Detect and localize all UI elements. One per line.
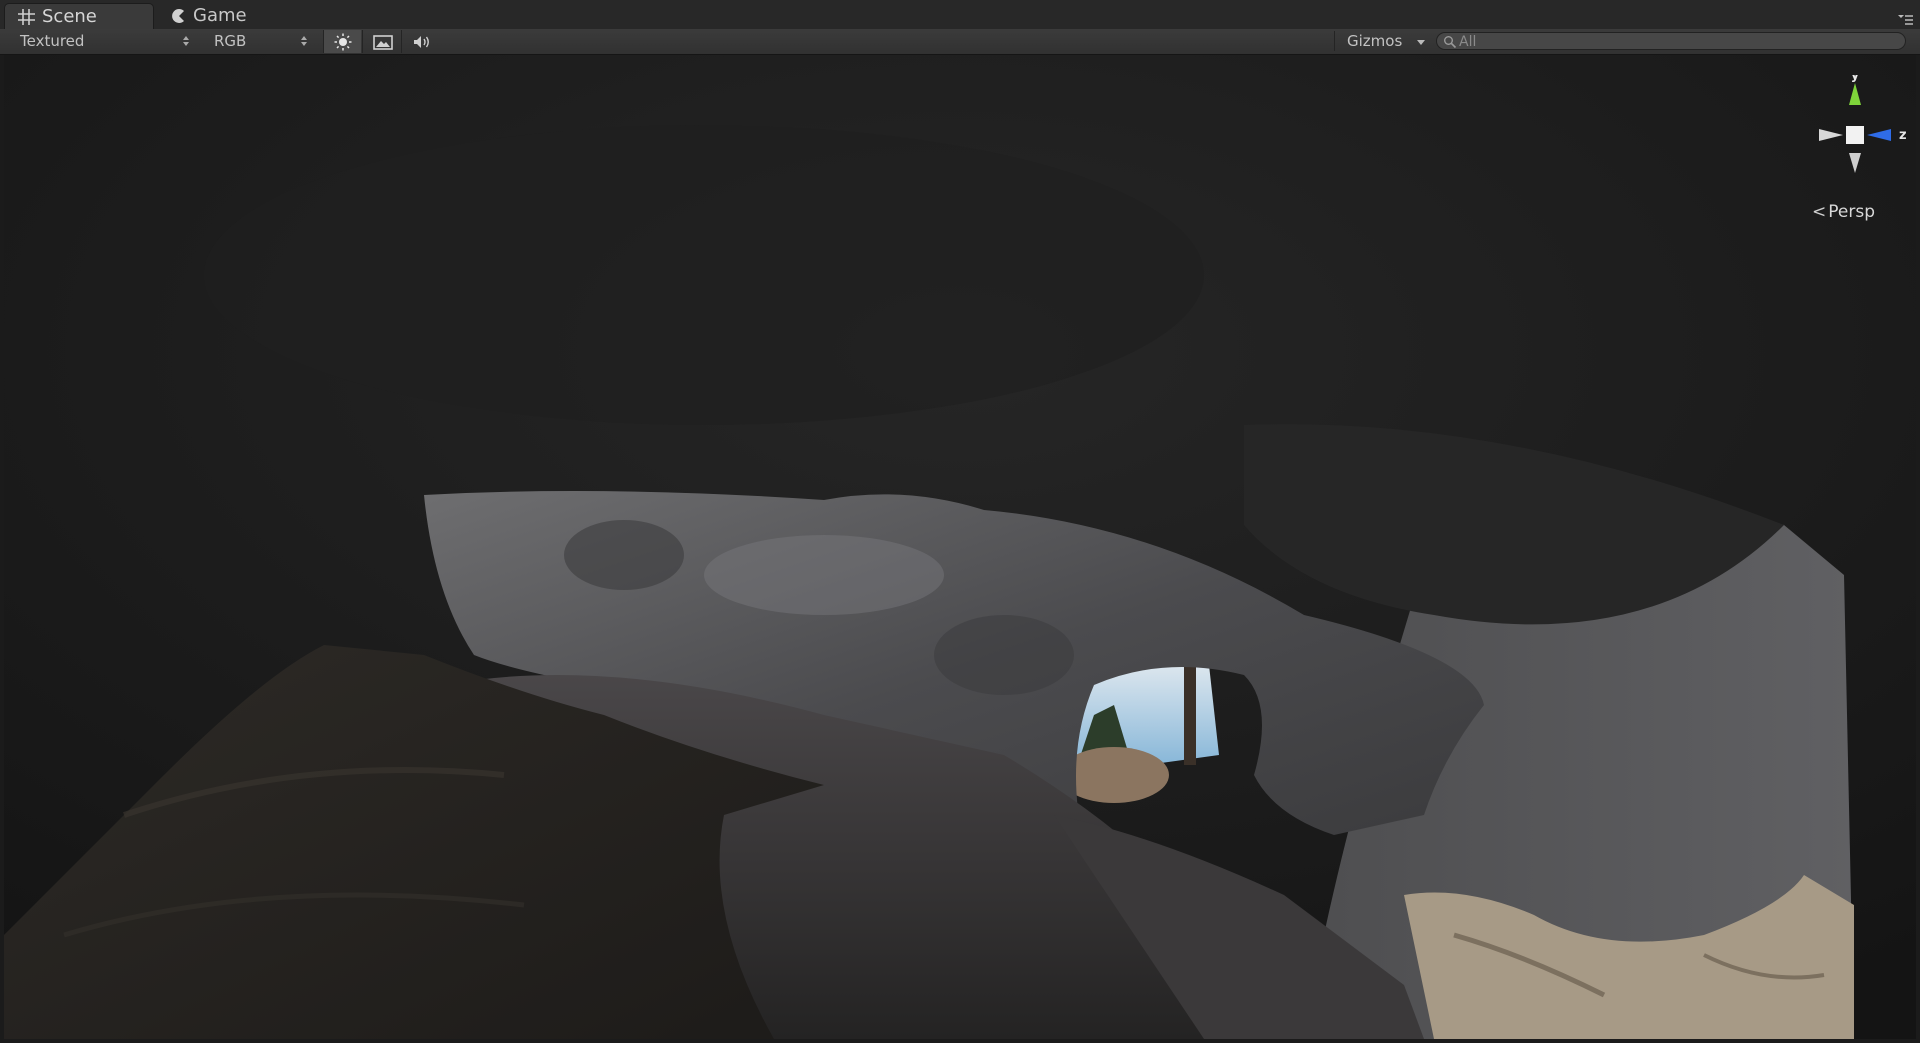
gizmo-neg-z-axis[interactable] — [1819, 129, 1843, 141]
persp-chevron-icon: < — [1812, 202, 1827, 222]
search-placeholder: All — [1459, 34, 1477, 50]
tab-game[interactable]: Game — [158, 3, 298, 29]
dropdown-arrows-icon — [183, 36, 189, 46]
color-mode-value: RGB — [214, 32, 247, 50]
cave-scene-render — [4, 55, 1916, 1039]
color-mode-dropdown[interactable]: RGB — [206, 31, 314, 51]
projection-toggle[interactable]: < Persp — [1812, 202, 1875, 222]
image-icon — [373, 35, 393, 50]
tab-scene-label: Scene — [42, 6, 97, 27]
gizmo-neg-y-axis[interactable] — [1849, 153, 1861, 173]
gizmo-center-cube[interactable] — [1846, 126, 1864, 144]
pacman-icon — [172, 9, 184, 23]
dropdown-arrows-icon — [301, 36, 307, 46]
scene-lighting-toggle[interactable] — [323, 30, 361, 53]
render-mode-value: Textured — [20, 32, 85, 50]
gizmo-y-label: y — [1851, 75, 1860, 83]
gizmo-z-axis[interactable] — [1867, 129, 1891, 141]
tab-game-label: Game — [193, 5, 247, 26]
skybox-toggle[interactable] — [362, 30, 400, 53]
panel-menu-icon[interactable] — [1896, 12, 1914, 26]
gizmos-label: Gizmos — [1347, 32, 1403, 50]
projection-label: Persp — [1828, 202, 1875, 222]
scene-toolbar: Textured RGB Gizmos All — [0, 29, 1920, 55]
speaker-icon — [414, 36, 429, 48]
gizmos-dropdown[interactable]: Gizmos — [1334, 31, 1437, 51]
scene-viewport[interactable]: y z < Persp — [4, 55, 1916, 1039]
audio-toggle[interactable] — [401, 30, 439, 53]
tab-strip: Scene Game — [0, 0, 1920, 30]
gizmo-y-axis[interactable] — [1849, 83, 1861, 105]
gizmo-z-label: z — [1899, 128, 1907, 143]
hierarchy-search-input[interactable]: All — [1436, 32, 1906, 50]
chevron-down-icon — [1417, 40, 1425, 45]
search-icon — [1444, 36, 1457, 49]
render-mode-dropdown[interactable]: Textured — [12, 31, 196, 51]
sun-icon — [334, 33, 352, 51]
tab-scene[interactable]: Scene — [4, 3, 154, 29]
grid-icon — [18, 9, 35, 25]
